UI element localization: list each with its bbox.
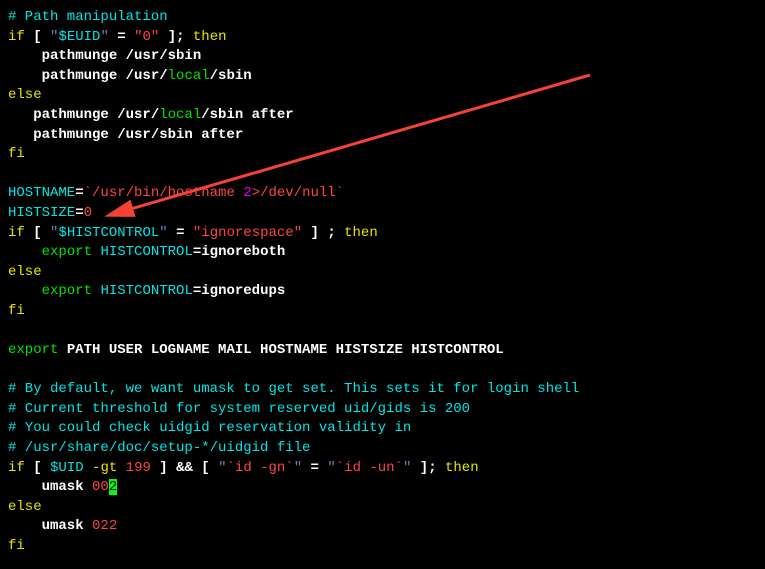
annotation-arrow [0, 0, 765, 569]
